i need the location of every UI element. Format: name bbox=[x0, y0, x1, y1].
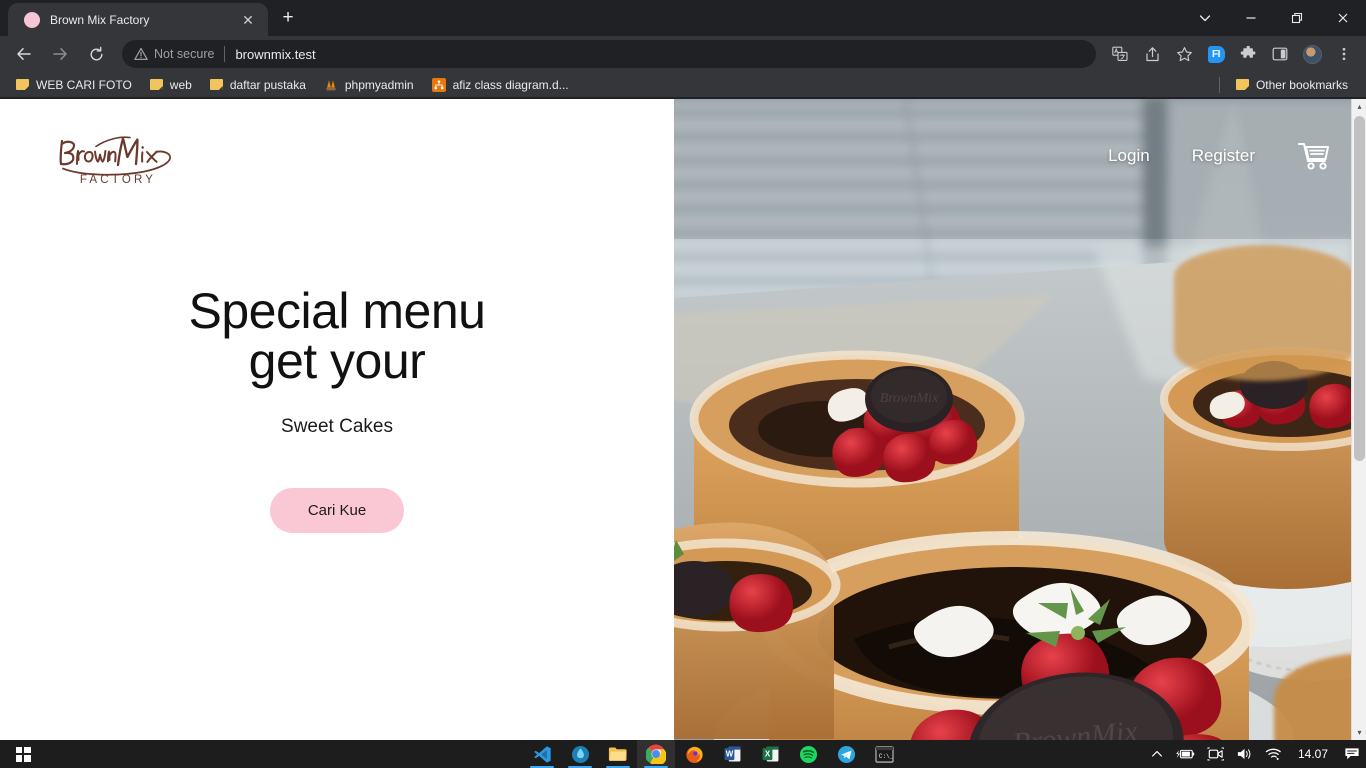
taskbar-spotify[interactable] bbox=[789, 740, 827, 768]
folder-icon bbox=[209, 79, 223, 90]
reload-icon[interactable] bbox=[81, 39, 111, 69]
browser-window: Brown Mix Factory ✕ + Not secure brownmi… bbox=[0, 0, 1366, 740]
other-bookmarks-label: Other bookmarks bbox=[1255, 77, 1348, 92]
bookmark-phpmyadmin[interactable]: phpmyadmin bbox=[316, 76, 422, 94]
bookmark-label: web bbox=[169, 77, 192, 92]
hero-text-block: Special menu get your Sweet Cakes Cari K… bbox=[0, 99, 674, 740]
system-tray: 14.07 bbox=[1145, 740, 1366, 768]
svg-text:BrownMix: BrownMix bbox=[880, 391, 939, 406]
new-tab-button[interactable]: + bbox=[274, 5, 302, 33]
hero-photo-panel: BrownMix BrownMix Login Register bbox=[674, 99, 1351, 740]
tab-favicon bbox=[24, 11, 40, 28]
profile-avatar-icon[interactable] bbox=[1298, 40, 1326, 68]
forward-arrow-icon[interactable] bbox=[45, 39, 75, 69]
register-link[interactable]: Register bbox=[1192, 146, 1255, 166]
svg-text:C:\_: C:\_ bbox=[878, 752, 893, 759]
action-center-icon[interactable] bbox=[1338, 740, 1366, 768]
battery-charging-icon[interactable] bbox=[1169, 740, 1201, 768]
other-bookmarks-button[interactable]: Other bookmarks bbox=[1228, 76, 1356, 94]
bookmark-web[interactable]: web bbox=[142, 76, 200, 94]
chrome-menu-icon[interactable] bbox=[1330, 40, 1358, 68]
cart-icon[interactable] bbox=[1297, 141, 1331, 171]
windows-logo-icon bbox=[15, 746, 31, 762]
back-arrow-icon[interactable] bbox=[9, 39, 39, 69]
security-indicator[interactable]: Not secure bbox=[134, 47, 214, 61]
login-link[interactable]: Login bbox=[1108, 146, 1150, 166]
hero-left-panel: FACTORY Special menu get your Sweet Cake… bbox=[0, 99, 674, 740]
tab-title: Brown Mix Factory bbox=[50, 12, 150, 27]
bookmark-web-cari-foto[interactable]: WEB CARI FOTO bbox=[8, 76, 140, 94]
extensions-puzzle-icon[interactable] bbox=[1234, 40, 1262, 68]
start-button[interactable] bbox=[0, 740, 46, 768]
volume-icon[interactable] bbox=[1230, 740, 1259, 768]
web-page: FACTORY Special menu get your Sweet Cake… bbox=[0, 99, 1351, 740]
diagram-icon bbox=[431, 77, 446, 92]
phpmyadmin-icon bbox=[324, 78, 338, 91]
url-text[interactable]: brownmix.test bbox=[235, 47, 315, 62]
bookmarks-divider bbox=[1218, 76, 1220, 93]
folder-icon bbox=[1235, 79, 1249, 90]
site-navigation: Login Register bbox=[1108, 141, 1331, 171]
browser-tab[interactable]: Brown Mix Factory ✕ bbox=[8, 3, 268, 36]
minimize-icon[interactable] bbox=[1228, 0, 1274, 36]
show-hidden-icons-button[interactable] bbox=[1145, 740, 1169, 768]
hero-title-line1: Special menu bbox=[188, 283, 486, 339]
wifi-icon[interactable] bbox=[1259, 740, 1288, 768]
other-bookmarks-area: Other bookmarks bbox=[1218, 76, 1358, 94]
not-secure-warning-icon bbox=[134, 47, 148, 61]
hero-photo: BrownMix BrownMix bbox=[674, 99, 1351, 740]
taskbar-word[interactable]: W bbox=[713, 740, 751, 768]
taskbar-chrome[interactable] bbox=[637, 740, 675, 768]
bookmark-label: phpmyadmin bbox=[344, 77, 414, 92]
scrollbar-thumb[interactable] bbox=[1354, 116, 1365, 461]
bookmark-label: WEB CARI FOTO bbox=[36, 77, 132, 92]
extension-fi-label: FI bbox=[1207, 45, 1225, 63]
close-window-icon[interactable] bbox=[1320, 0, 1366, 36]
bookmark-daftar-pustaka[interactable]: daftar pustaka bbox=[202, 76, 314, 94]
scroll-up-arrow[interactable]: ▴ bbox=[1352, 99, 1366, 114]
translate-icon[interactable] bbox=[1106, 40, 1134, 68]
hero-subtitle: Sweet Cakes bbox=[281, 416, 393, 437]
svg-text:X: X bbox=[764, 750, 770, 759]
taskbar-vscode[interactable] bbox=[523, 740, 561, 768]
window-controls bbox=[1182, 0, 1366, 36]
hero-title-line2: get your bbox=[248, 333, 426, 389]
avatar bbox=[1302, 44, 1322, 64]
hero-title: Special menu get your bbox=[189, 286, 486, 386]
bookmark-label: afiz class diagram.d... bbox=[452, 77, 569, 92]
taskbar-telegram[interactable] bbox=[827, 740, 865, 768]
folder-icon bbox=[149, 79, 163, 90]
extension-fi-icon[interactable]: FI bbox=[1202, 40, 1230, 68]
folder-icon bbox=[16, 79, 29, 90]
side-panel-icon[interactable] bbox=[1266, 40, 1294, 68]
maximize-restore-icon[interactable] bbox=[1274, 0, 1320, 36]
omnibox-separator bbox=[224, 46, 226, 62]
not-secure-label: Not secure bbox=[154, 47, 215, 61]
bookmark-afiz-class-diagram[interactable]: afiz class diagram.d... bbox=[424, 76, 577, 94]
camera-icon[interactable] bbox=[1201, 740, 1230, 768]
scroll-down-arrow[interactable]: ▾ bbox=[1352, 725, 1366, 740]
page-viewport: FACTORY Special menu get your Sweet Cake… bbox=[0, 99, 1366, 740]
taskbar-clock[interactable]: 14.07 bbox=[1288, 747, 1338, 761]
tab-close-icon[interactable]: ✕ bbox=[238, 10, 258, 30]
taskbar-firefox[interactable] bbox=[675, 740, 713, 768]
windows-taskbar: W X C:\_ 14.07 bbox=[0, 740, 1366, 768]
share-icon[interactable] bbox=[1138, 40, 1166, 68]
address-bar[interactable]: Not secure brownmix.test bbox=[122, 40, 1096, 68]
browser-toolbar: Not secure brownmix.test FI bbox=[0, 36, 1366, 72]
svg-text:W: W bbox=[725, 750, 733, 759]
taskbar-laragon[interactable] bbox=[561, 740, 599, 768]
taskbar-command-prompt[interactable]: C:\_ bbox=[865, 740, 903, 768]
taskbar-file-explorer[interactable] bbox=[599, 740, 637, 768]
tab-strip: Brown Mix Factory ✕ + bbox=[0, 0, 1366, 36]
bookmark-label: daftar pustaka bbox=[229, 77, 306, 92]
tab-search-icon[interactable] bbox=[1182, 0, 1228, 36]
bookmarks-bar: WEB CARI FOTO web daftar pustaka phpmyad… bbox=[0, 72, 1366, 98]
bookmark-star-icon[interactable] bbox=[1170, 40, 1198, 68]
cari-kue-button[interactable]: Cari Kue bbox=[269, 488, 405, 533]
page-scrollbar[interactable]: ▴ ▾ bbox=[1351, 99, 1366, 740]
taskbar-apps: W X C:\_ bbox=[523, 740, 903, 768]
taskbar-excel[interactable]: X bbox=[751, 740, 789, 768]
